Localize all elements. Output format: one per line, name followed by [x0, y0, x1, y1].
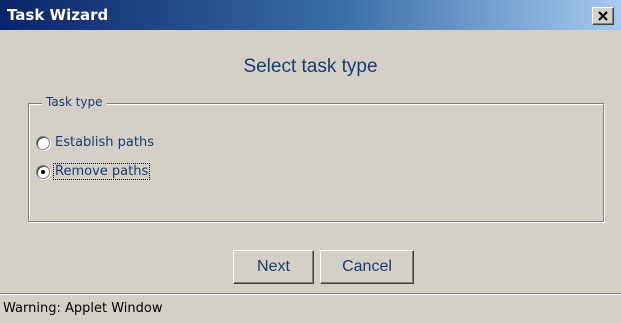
task-type-legend: Task type [42, 95, 107, 109]
page-heading: Select task type [243, 56, 378, 77]
task-wizard-window: Task Wizard Select task type Task type E… [0, 0, 621, 323]
radio-remove-paths[interactable] [36, 165, 50, 179]
title-bar[interactable]: Task Wizard [0, 0, 621, 30]
radio-label-remove-paths[interactable]: Remove paths [52, 163, 151, 180]
radio-label-establish-paths[interactable]: Establish paths [55, 135, 154, 150]
radio-selected-dot [41, 170, 45, 174]
radio-establish-paths[interactable] [36, 136, 50, 150]
radio-option-establish-paths[interactable]: Establish paths [36, 135, 196, 153]
cancel-button[interactable]: Cancel [320, 250, 414, 284]
radio-option-remove-paths[interactable]: Remove paths [36, 163, 196, 182]
task-type-groupbox [28, 103, 604, 222]
status-text: Warning: Applet Window [3, 301, 163, 316]
close-icon [598, 11, 608, 21]
close-button[interactable] [592, 7, 614, 25]
next-button[interactable]: Next [233, 250, 314, 284]
status-bar: Warning: Applet Window [0, 293, 621, 323]
window-title: Task Wizard [7, 6, 109, 24]
